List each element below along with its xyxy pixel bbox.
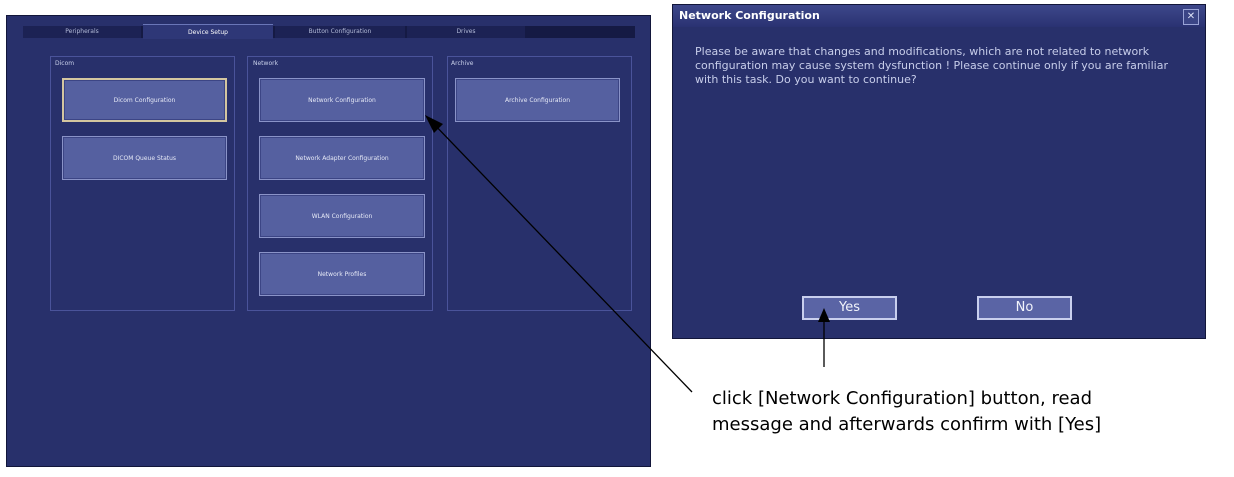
network-configuration-dialog: Network Configuration ✕ Please be aware … xyxy=(672,4,1206,339)
caption-line-2: message and afterwards confirm with [Yes… xyxy=(712,414,1102,435)
tab-bar: Peripherals Device Setup Button Configur… xyxy=(23,24,635,39)
dialog-message: Please be aware that changes and modific… xyxy=(695,45,1168,86)
no-button[interactable]: No xyxy=(977,296,1072,320)
dicom-queue-status-button[interactable]: DICOM Queue Status xyxy=(62,136,227,180)
network-configuration-button[interactable]: Network Configuration xyxy=(259,78,425,122)
tab-drives[interactable]: Drives xyxy=(407,26,525,38)
tab-peripherals[interactable]: Peripherals xyxy=(23,26,141,38)
yes-button[interactable]: Yes xyxy=(802,296,897,320)
wlan-configuration-button[interactable]: WLAN Configuration xyxy=(259,194,425,238)
archive-configuration-button[interactable]: Archive Configuration xyxy=(455,78,620,122)
device-setup-panel: Peripherals Device Setup Button Configur… xyxy=(6,15,651,467)
dicom-group-label: Dicom xyxy=(55,60,75,67)
network-group-label: Network xyxy=(253,60,279,67)
tab-device-setup[interactable]: Device Setup xyxy=(143,24,273,39)
network-profiles-button[interactable]: Network Profiles xyxy=(259,252,425,296)
caption-line-1: click [Network Configuration] button, re… xyxy=(712,388,1093,409)
dicom-configuration-button[interactable]: Dicom Configuration xyxy=(62,78,227,122)
archive-group-label: Archive xyxy=(451,60,474,67)
close-icon[interactable]: ✕ xyxy=(1183,9,1199,25)
dialog-title: Network Configuration xyxy=(673,5,1205,27)
network-adapter-configuration-button[interactable]: Network Adapter Configuration xyxy=(259,136,425,180)
tab-button-configuration[interactable]: Button Configuration xyxy=(275,26,405,38)
